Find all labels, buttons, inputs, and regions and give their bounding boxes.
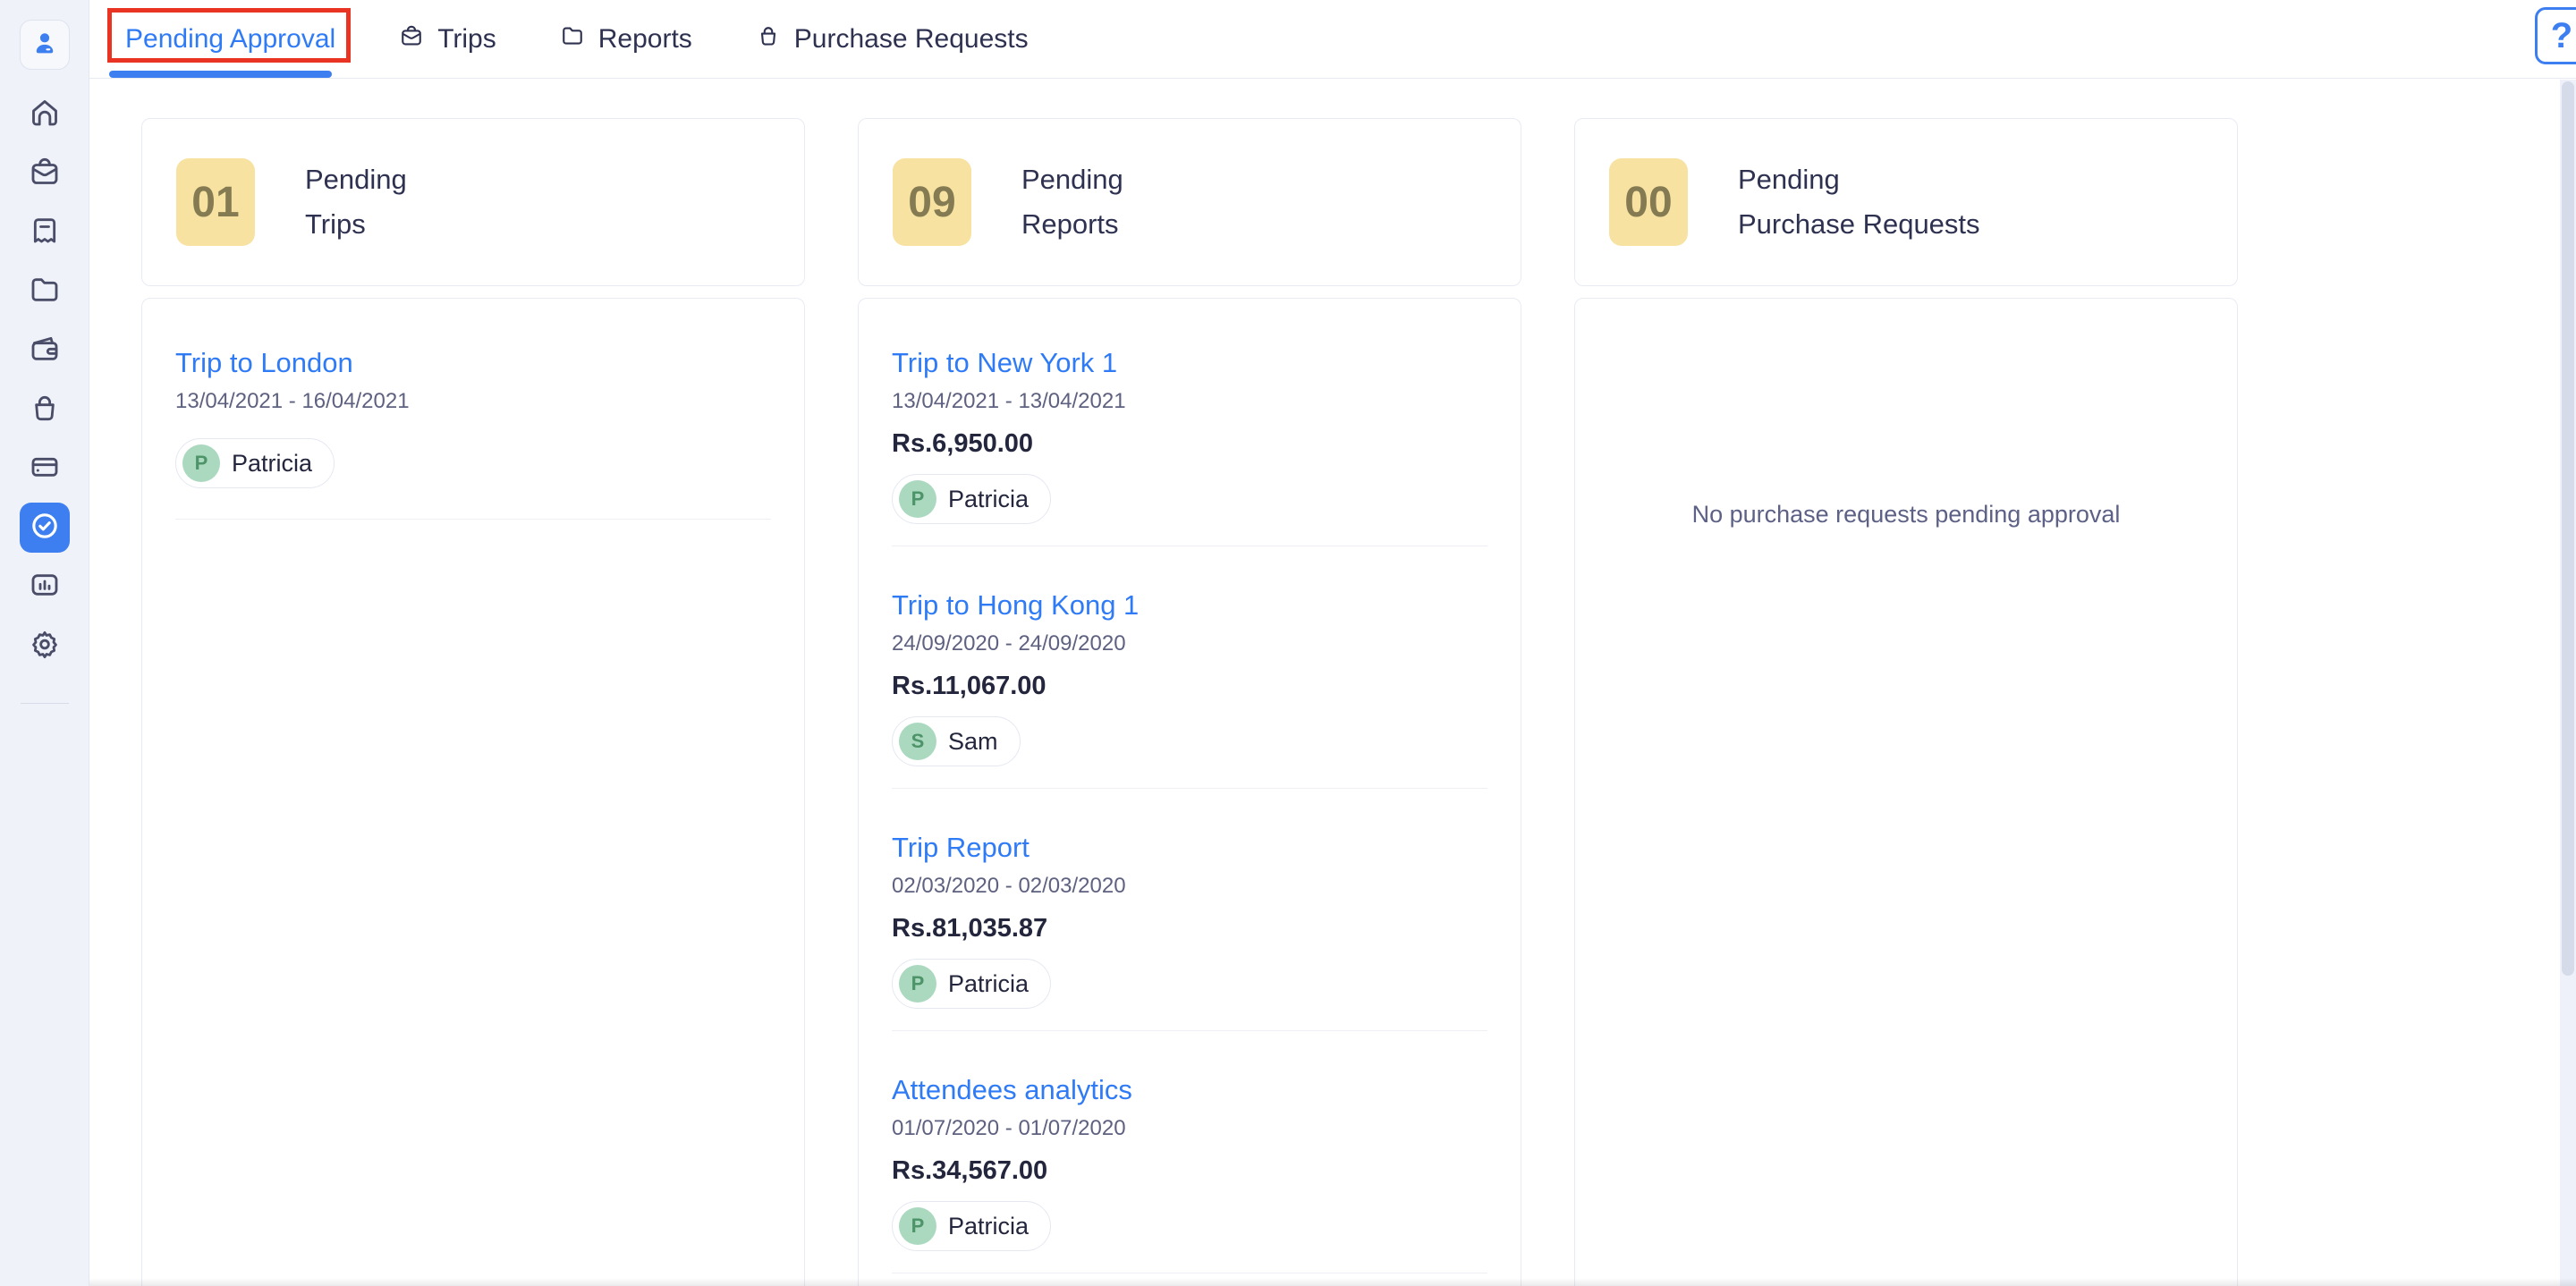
report-amount: Rs.11,067.00 [892, 670, 1487, 702]
report-link[interactable]: Trip to New York 1 [892, 345, 1487, 381]
summary-title: Pending Reports [1021, 157, 1123, 247]
sidebar-item-expenses[interactable] [20, 207, 70, 258]
approver-name: Patricia [232, 450, 312, 478]
approvals-board: 01 Pending Trips Trip to London 13/04/20… [89, 79, 2560, 1286]
analytics-icon [27, 567, 63, 607]
approver-name: Patricia [948, 970, 1029, 998]
tab-reports[interactable]: Reports [559, 22, 692, 56]
count-badge: 00 [1609, 158, 1688, 246]
gear-icon [27, 626, 63, 666]
sidebar-item-wallet[interactable] [20, 326, 70, 376]
report-amount: Rs.6,950.00 [892, 427, 1487, 460]
empty-state-message: No purchase requests pending approval [1608, 299, 2204, 529]
summary-card-reports: 09 Pending Reports [858, 118, 1521, 286]
shopping-bag-icon [755, 22, 782, 56]
tab-pending-approval[interactable]: Pending Approval [125, 24, 335, 55]
avatar: P [182, 444, 220, 482]
approver-name: Sam [948, 728, 998, 756]
report-amount: Rs.34,567.00 [892, 1155, 1487, 1187]
summary-title: Pending Trips [305, 157, 407, 247]
vertical-scrollbar-thumb[interactable] [2562, 81, 2574, 976]
help-button[interactable]: ? [2535, 7, 2576, 64]
count-badge: 01 [176, 158, 255, 246]
sidebar-item-trips[interactable] [20, 148, 70, 199]
active-tab-indicator [109, 71, 332, 78]
summary-title: Pending Purchase Requests [1738, 157, 1980, 247]
home-icon [27, 95, 63, 135]
receipt-icon [27, 213, 63, 253]
approvals-page: Pending Approval Trips Reports Purchase … [0, 0, 2576, 1286]
question-mark-icon: ? [2551, 16, 2572, 56]
sidebar-item-purchases[interactable] [20, 385, 70, 435]
card-icon [27, 449, 63, 489]
report-dates: 01/07/2020 - 01/07/2020 [892, 1115, 1487, 1142]
shopping-bag-icon [27, 390, 63, 430]
count-badge: 09 [893, 158, 971, 246]
approvals-check-icon [27, 508, 63, 548]
item-divider [175, 519, 771, 520]
folder-icon [559, 22, 586, 56]
tab-label: Trips [437, 24, 496, 55]
trips-list: Trip to London 13/04/2021 - 16/04/2021 P… [141, 298, 805, 1286]
user-profile-button[interactable] [20, 20, 70, 70]
vertical-scrollbar-track[interactable] [2560, 80, 2576, 1286]
tab-label: Pending Approval [125, 24, 335, 55]
tab-trips[interactable]: Trips [398, 22, 496, 56]
tab-label: Reports [598, 24, 692, 55]
avatar: P [899, 480, 936, 518]
sidebar-item-settings[interactable] [20, 621, 70, 671]
sidebar-item-analytics[interactable] [20, 562, 70, 612]
tab-label: Purchase Requests [794, 24, 1029, 55]
travel-bag-icon [398, 22, 425, 56]
folder-icon [27, 272, 63, 312]
summary-card-trips: 01 Pending Trips [141, 118, 805, 286]
list-item: Trip to Hong Kong 1 24/09/2020 - 24/09/2… [892, 546, 1487, 789]
approver-name: Patricia [948, 486, 1029, 513]
user-icon [30, 28, 60, 63]
sidebar-item-folders[interactable] [20, 267, 70, 317]
sidebar-divider [21, 703, 69, 704]
avatar: P [899, 965, 936, 1003]
list-item: Trip Report 02/03/2020 - 02/03/2020 Rs.8… [892, 789, 1487, 1031]
list-item: Attendees analytics 01/07/2020 - 01/07/2… [892, 1031, 1487, 1273]
report-link[interactable]: Trip Report [892, 830, 1487, 866]
report-dates: 13/04/2021 - 13/04/2021 [892, 388, 1487, 415]
approver-pill: S Sam [892, 716, 1021, 766]
report-dates: 02/03/2020 - 02/03/2020 [892, 873, 1487, 900]
sidebar-item-home[interactable] [20, 89, 70, 140]
avatar: P [899, 1207, 936, 1245]
report-amount: Rs.81,035.87 [892, 912, 1487, 944]
trip-dates: 13/04/2021 - 16/04/2021 [175, 388, 771, 415]
trip-link[interactable]: Trip to London [175, 345, 771, 381]
tab-purchase-requests[interactable]: Purchase Requests [755, 22, 1029, 56]
sidebar [0, 0, 89, 1286]
tab-bar: Pending Approval Trips Reports Purchase … [89, 0, 2576, 79]
sidebar-nav [0, 89, 89, 704]
report-dates: 24/09/2020 - 24/09/2020 [892, 630, 1487, 657]
approver-pill: P Patricia [175, 438, 335, 488]
purchase-requests-list: No purchase requests pending approval [1574, 298, 2238, 1286]
report-link[interactable]: Trip to Hong Kong 1 [892, 588, 1487, 623]
approver-pill: P Patricia [892, 1201, 1051, 1251]
list-item: Trip to New York 1 13/04/2021 - 13/04/20… [892, 299, 1487, 546]
report-link[interactable]: Attendees analytics [892, 1072, 1487, 1108]
reports-list: Trip to New York 1 13/04/2021 - 13/04/20… [858, 298, 1521, 1286]
avatar: S [899, 723, 936, 760]
wallet-icon [27, 331, 63, 371]
sidebar-item-cards[interactable] [20, 444, 70, 494]
travel-bag-icon [27, 154, 63, 194]
approver-pill: P Patricia [892, 959, 1051, 1009]
sidebar-item-approvals[interactable] [20, 503, 70, 553]
approver-pill: P Patricia [892, 474, 1051, 524]
summary-card-purchase-requests: 00 Pending Purchase Requests [1574, 118, 2238, 286]
approver-name: Patricia [948, 1213, 1029, 1240]
list-item: Trip to London 13/04/2021 - 16/04/2021 P… [175, 299, 771, 520]
